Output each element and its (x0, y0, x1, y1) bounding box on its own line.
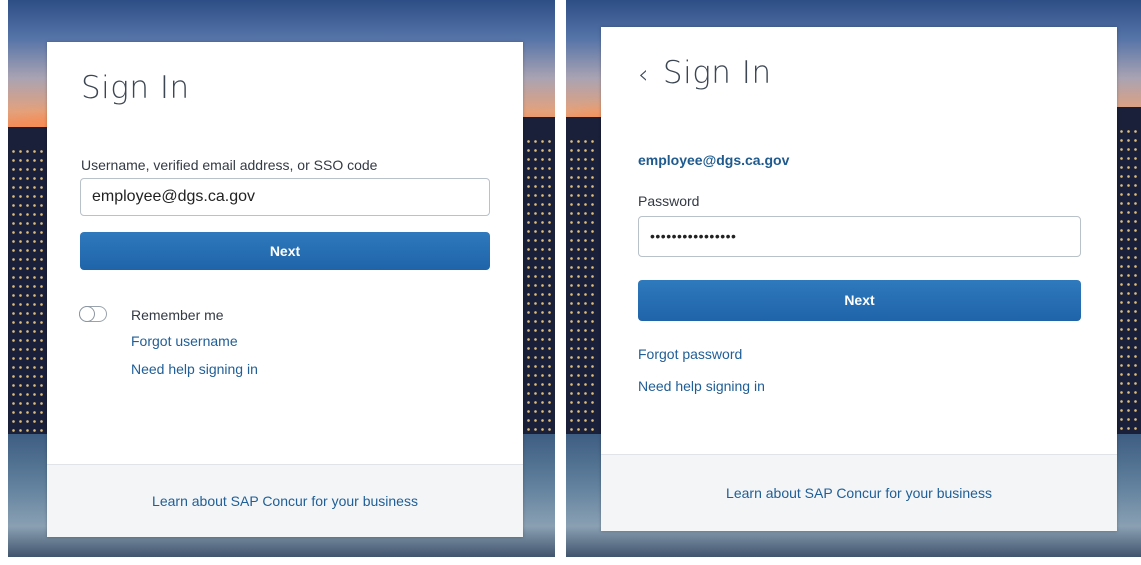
learn-about-link[interactable]: Learn about SAP Concur for your business (152, 493, 418, 509)
next-button[interactable]: Next (80, 232, 490, 270)
remember-me-label: Remember me (131, 307, 224, 323)
title-text: Sign In (662, 55, 772, 91)
card-footer: Learn about SAP Concur for your business (601, 454, 1117, 531)
page-title: ‹ Sign In (638, 55, 772, 91)
learn-about-link[interactable]: Learn about SAP Concur for your business (726, 485, 992, 501)
password-input[interactable]: •••••••••••••••• (638, 216, 1081, 257)
username-input[interactable] (80, 178, 490, 216)
right-panel: ‹ Sign In employee@dgs.ca.gov Password ••… (566, 0, 1141, 557)
forgot-username-link[interactable]: Forgot username (131, 333, 238, 349)
card-footer: Learn about SAP Concur for your business (47, 464, 523, 537)
next-button[interactable]: Next (638, 280, 1081, 321)
need-help-link[interactable]: Need help signing in (638, 378, 765, 394)
remember-me-toggle[interactable] (79, 306, 107, 322)
need-help-link[interactable]: Need help signing in (131, 361, 258, 377)
password-label: Password (638, 193, 700, 209)
page-title: Sign In (81, 70, 190, 106)
selected-email: employee@dgs.ca.gov (638, 152, 790, 168)
toggle-knob (79, 306, 95, 322)
sign-in-card: Sign In Username, verified email address… (47, 42, 523, 537)
password-card: ‹ Sign In employee@dgs.ca.gov Password ••… (601, 27, 1117, 531)
back-chevron-icon[interactable]: ‹ (638, 60, 649, 90)
left-panel: Sign In Username, verified email address… (8, 0, 555, 557)
forgot-password-link[interactable]: Forgot password (638, 346, 742, 362)
username-label: Username, verified email address, or SSO… (81, 157, 378, 173)
